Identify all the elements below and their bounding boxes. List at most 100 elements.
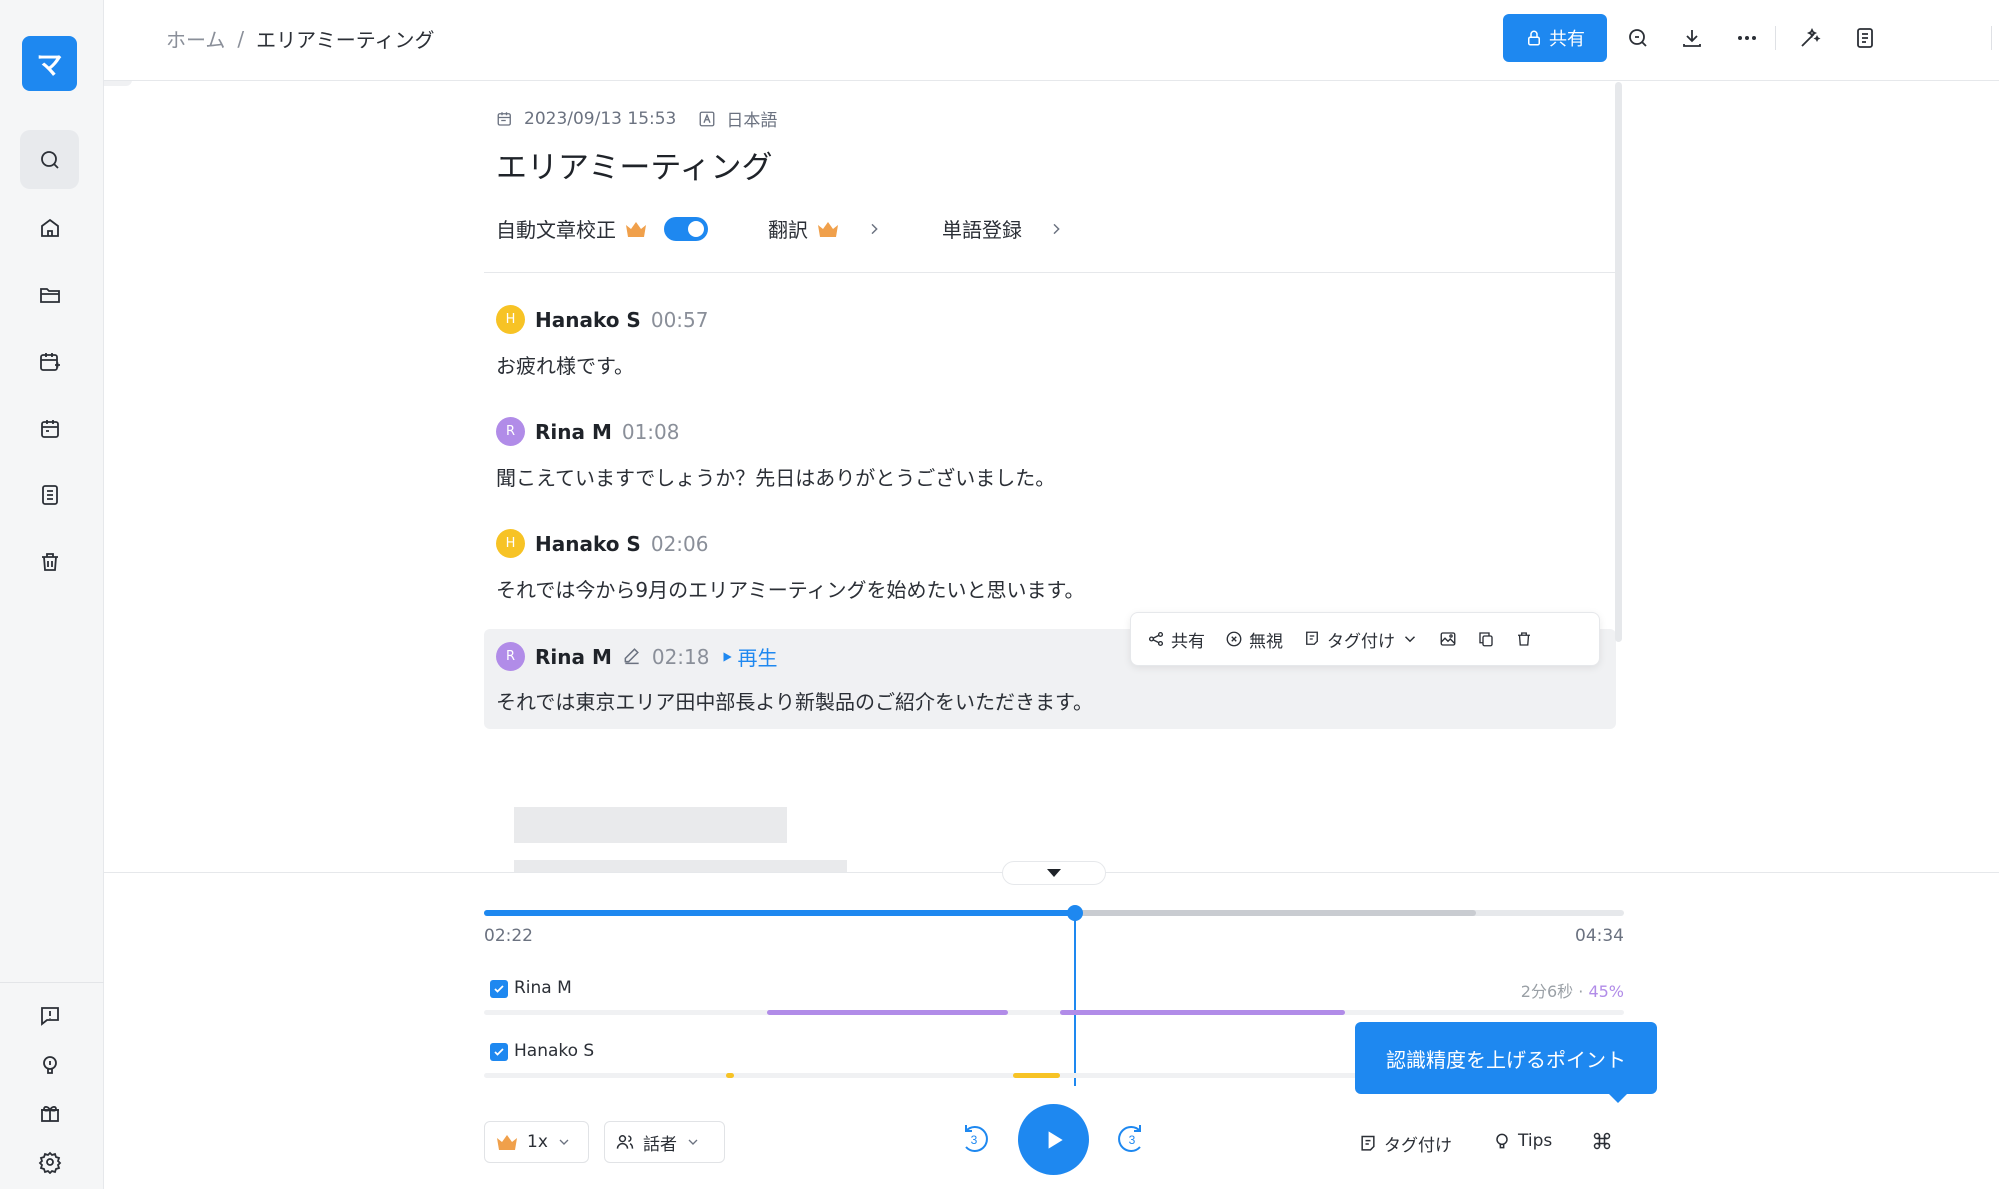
app-logo[interactable]: マ (22, 36, 77, 91)
notes-icon (1857, 28, 1873, 48)
timestamp[interactable]: 02:18 (652, 645, 710, 669)
speaker-checkbox[interactable] (490, 1043, 508, 1061)
total-time: 04:34 (1575, 926, 1624, 946)
speaker-filter-select[interactable]: 話者 (604, 1121, 725, 1163)
share-utterance-button[interactable]: 共有 (1147, 627, 1205, 652)
notes-button[interactable] (1849, 22, 1881, 54)
sidebar-home-button[interactable] (20, 198, 79, 257)
chevron-down-icon (559, 1139, 569, 1145)
transcript-document: 2023/09/13 15:53 日本語 エリアミーティング 自動文章校正 翻訳… (484, 82, 1616, 872)
share-button[interactable]: 共有 (1503, 14, 1607, 62)
speaker-filter-label: 話者 (643, 1134, 677, 1155)
utterance-header: H Hanako S 02:06 (496, 529, 708, 558)
options-divider (484, 272, 1616, 273)
tips-tooltip[interactable]: 認識精度を上げるポイント (1355, 1022, 1657, 1094)
speed-select[interactable]: 1x (484, 1121, 589, 1163)
sidebar-search-button[interactable] (20, 130, 79, 189)
shortcuts-button[interactable] (1592, 1131, 1612, 1151)
seek-bar[interactable] (484, 905, 1624, 921)
timestamp[interactable]: 00:57 (651, 308, 709, 332)
rewind-button[interactable]: 3 (956, 1121, 992, 1157)
sidebar-calendar-add-button[interactable] (20, 332, 79, 391)
crown-icon (626, 221, 646, 237)
document-datetime: 2023/09/13 15:53 (524, 108, 677, 129)
word-register-option[interactable]: 単語登録 (942, 214, 1064, 243)
speaker-name[interactable]: Rina M (535, 645, 612, 669)
copy-icon (1479, 632, 1493, 647)
insert-image-button[interactable] (1439, 630, 1457, 648)
download-button[interactable] (1676, 22, 1708, 54)
header-separator (1775, 26, 1776, 50)
share-button-label: 共有 (1549, 29, 1585, 50)
utterance-text[interactable]: 聞こえていますでしょうか？先日はありがとうございました。 (496, 462, 1055, 491)
tag-utterance-label: タグ付け (1327, 631, 1395, 652)
lightbulb-icon (1496, 1133, 1508, 1149)
copy-utterance-button[interactable] (1477, 630, 1495, 648)
magic-tools-button[interactable] (1794, 22, 1826, 54)
utterance-header: H Hanako S 00:57 (496, 305, 708, 334)
chevron-right-icon (871, 223, 878, 234)
avatar[interactable]: H (496, 529, 525, 558)
utterance-text[interactable]: お疲れ様です。 (496, 350, 634, 379)
sidebar-folder-button[interactable] (20, 265, 79, 324)
tag-icon (1306, 631, 1318, 645)
loading-skeleton (514, 860, 847, 872)
speaker-timeline-lane[interactable] (484, 1010, 1624, 1015)
document-language[interactable]: 日本語 (726, 106, 777, 131)
calendar-icon (40, 419, 59, 438)
utterance-text[interactable]: それでは東京エリア田中部長より新製品のご紹介をいただきます。 (496, 686, 1093, 715)
tag-utterance-dropdown[interactable]: タグ付け (1303, 627, 1419, 652)
speaker-segment[interactable] (725, 1073, 734, 1078)
speaker-name[interactable]: Hanako S (535, 308, 641, 332)
speaker-segment[interactable] (1059, 1010, 1345, 1015)
crown-icon (818, 221, 838, 237)
avatar[interactable]: R (496, 642, 525, 671)
sidebar-trash-button[interactable] (20, 532, 79, 591)
avatar[interactable]: R (496, 417, 525, 446)
check-icon (494, 1048, 504, 1056)
collapse-player-button[interactable] (1002, 861, 1106, 885)
player-tag-label: タグ付け (1384, 1136, 1452, 1156)
sidebar-calendar-button[interactable] (20, 399, 79, 458)
sidebar-settings-button[interactable] (20, 1132, 79, 1189)
player-tag-button[interactable]: タグ付け (1358, 1131, 1452, 1156)
speaker-segment[interactable] (766, 1010, 1009, 1015)
auto-correct-option: 自動文章校正 (496, 214, 708, 243)
timestamp[interactable]: 01:08 (622, 420, 680, 444)
play-button[interactable] (1018, 1104, 1089, 1175)
sidebar: マ (0, 0, 104, 1189)
avatar[interactable]: H (496, 305, 525, 334)
ignore-utterance-button[interactable]: 無視 (1225, 627, 1283, 652)
player-tips-button[interactable]: Tips (1492, 1131, 1552, 1151)
speaker-name[interactable]: Rina M (535, 420, 612, 444)
breadcrumb: ホーム / エリアミーティング (166, 24, 435, 53)
player-controls: 1x 話者 3 3 タグ付け Tips (104, 1104, 1999, 1189)
ignore-icon (1226, 631, 1242, 647)
edit-speaker-button[interactable] (622, 645, 642, 669)
auto-correct-toggle[interactable] (664, 216, 708, 241)
search-replace-button[interactable] (1622, 22, 1654, 54)
rewind-seconds: 3 (971, 1133, 978, 1147)
breadcrumb-home[interactable]: ホーム (166, 24, 225, 53)
speaker-segment[interactable] (1012, 1073, 1060, 1078)
translate-option[interactable]: 翻訳 (768, 214, 882, 243)
sidebar-documents-button[interactable] (20, 465, 79, 524)
breadcrumb-separator: / (237, 26, 245, 51)
utterance-header: R Rina M 02:18 再生 (496, 642, 778, 671)
caret-down-icon (1047, 869, 1061, 877)
utterance-text[interactable]: それでは今から9月のエリアミーティングを始めたいと思います。 (496, 574, 1085, 603)
document-title[interactable]: エリアミーティング (496, 142, 773, 187)
gift-icon (40, 1105, 59, 1122)
more-button[interactable] (1731, 22, 1763, 54)
play-utterance-link[interactable]: 再生 (720, 642, 778, 671)
speaker-checkbox[interactable] (490, 980, 508, 998)
top-header: ホーム / エリアミーティング 共有 (104, 0, 1999, 81)
speaker-name[interactable]: Hanako S (535, 532, 641, 556)
timestamp[interactable]: 02:06 (651, 532, 709, 556)
feedback-icon (40, 1006, 59, 1026)
chevron-down-icon (688, 1139, 698, 1145)
document-scrollbar[interactable] (1615, 82, 1622, 642)
forward-button[interactable]: 3 (1114, 1121, 1150, 1157)
delete-utterance-button[interactable] (1515, 630, 1533, 648)
share-utterance-label: 共有 (1171, 631, 1205, 652)
